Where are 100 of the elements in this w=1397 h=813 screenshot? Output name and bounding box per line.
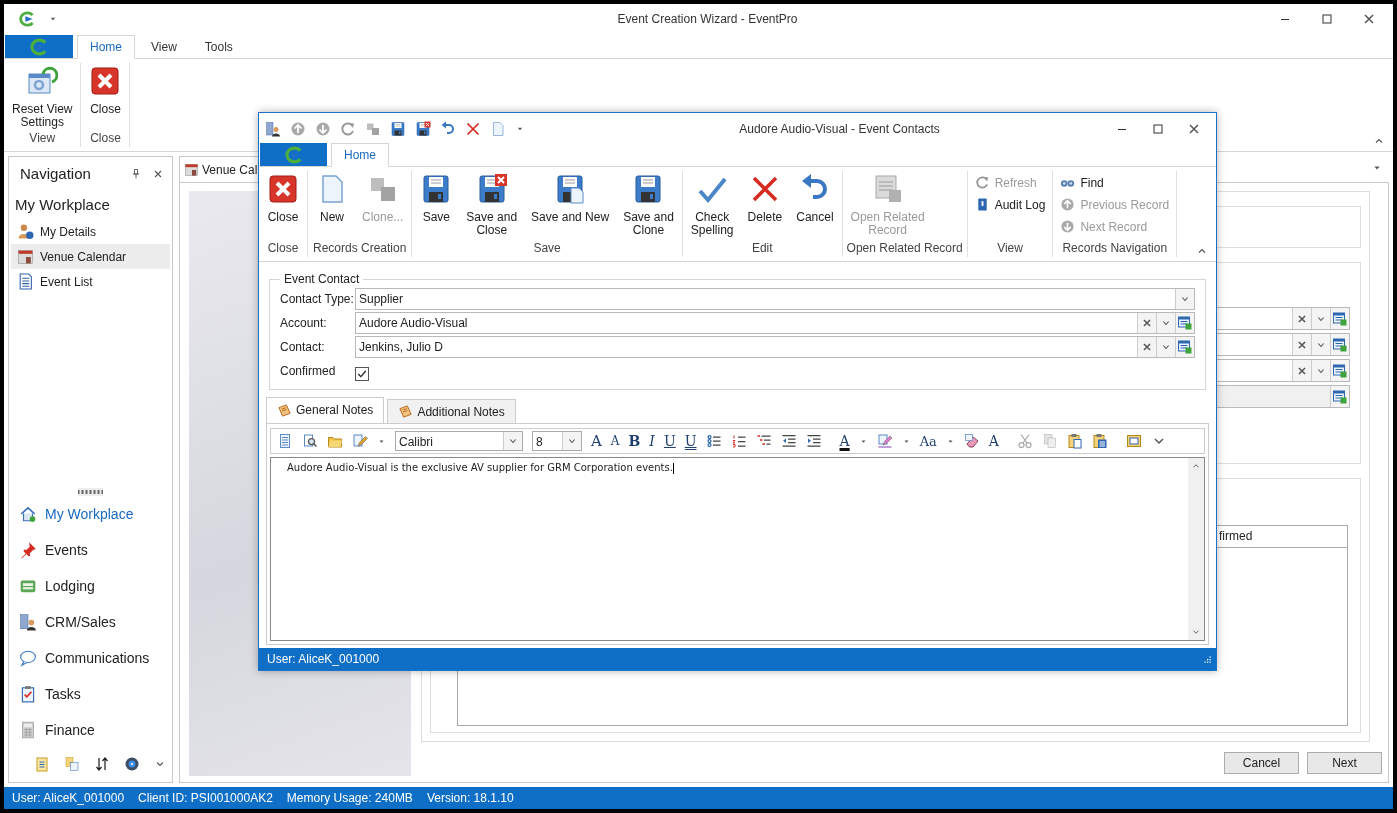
wizard-button[interactable]: Cancel [1224,752,1299,774]
refresh-icon[interactable] [340,120,356,137]
font-dropdown[interactable]: Calibri [395,431,523,451]
nav-item[interactable]: Event List [11,269,170,294]
tab[interactable]: Additional Notes [387,399,516,423]
grow-font-button[interactable]: A [591,432,602,450]
resize-grip-icon[interactable] [1202,654,1212,664]
bold-button[interactable]: B [628,433,641,449]
delete-icon[interactable] [465,120,481,137]
numbered-list-icon[interactable] [730,433,747,449]
undo-arrow-icon[interactable] [440,120,456,137]
group-title: Event Contact [283,272,361,286]
group-label: View [996,241,1024,257]
magnifier-page-icon[interactable] [302,433,318,449]
bullet-list-icon[interactable] [705,433,722,449]
lookup-field[interactable]: Audore Audio-Visual [355,311,1195,334]
clipboard-icon[interactable] [1091,433,1108,449]
calculator-icon [19,721,37,739]
ribbon-button[interactable]: Reset View Settings [8,63,77,131]
group-label: Edit [750,241,774,257]
grid-window-icon[interactable] [1332,336,1348,353]
indent-icon[interactable] [805,433,822,449]
column-header[interactable]: firmed [1219,526,1347,547]
clipboard-icon[interactable] [1066,433,1083,449]
font-color-button[interactable]: A [839,433,850,449]
section-heading: My Workplace [14,195,111,215]
style-button[interactable]: A [988,433,999,449]
group-label: Close [266,241,300,257]
calendar-icon [17,248,34,265]
module-button[interactable]: Events [9,532,172,568]
notepad-icon[interactable] [33,756,50,772]
sort-arrows-icon[interactable] [93,756,110,772]
pin-icon[interactable] [130,167,142,180]
grid-window-icon[interactable] [1332,310,1348,327]
ribbon-button[interactable]: Save and Clone [619,171,678,239]
font-size-dropdown[interactable]: 8 [532,431,582,451]
pen-page-icon[interactable] [352,433,368,449]
list-icon [17,273,34,290]
dialog-title: Audore Audio-Visual - Event Contacts [738,121,941,136]
ribbon-button[interactable]: Save and New [527,171,614,226]
status-text: User: AliceK_001000 [267,652,380,666]
status-text: Memory Usage: 240MB [286,791,413,805]
highlighter-icon[interactable] [876,433,893,449]
ribbon-tab[interactable]: Home [77,35,135,59]
calendar-icon [184,162,199,177]
page-view-icon[interactable] [277,433,293,449]
lookup-field[interactable]: Jenkins, Julio D [355,335,1195,358]
field-label: Contact: [280,339,326,354]
nav-item[interactable]: Venue Calendar [11,244,170,269]
status-text: User: AliceK_001000 [12,791,125,805]
note-page-icon [277,402,292,418]
speech-bubble-icon [19,649,37,667]
double-underline-button[interactable]: U [684,433,697,449]
ribbon-button[interactable]: Audit Log [971,195,1049,214]
module-button[interactable]: Communications [9,640,172,676]
note-text: Audore Audio-Visual is the exclusive AV supplier for GRM Corporation events. [286,461,675,476]
ribbon-button[interactable]: Close [85,63,126,118]
ribbon-button[interactable]: Delete [743,171,787,226]
shrink-font-button[interactable]: A [610,434,620,448]
grid-window-icon[interactable] [1332,362,1348,379]
grid-window-icon[interactable] [1332,388,1348,405]
eraser-icon[interactable] [963,433,980,449]
ribbon-button[interactable]: Cancel [792,171,838,226]
module-button[interactable]: My Workplace [9,496,172,532]
ribbon-button[interactable]: Save [416,171,457,226]
combo-box[interactable]: Supplier [355,287,1195,310]
documents-icon[interactable] [63,756,80,772]
group-label: Open Related Record [846,241,963,257]
ribbon-button[interactable]: Save and Close [462,171,522,239]
checkbox[interactable] [355,366,369,381]
group-label: Close [89,131,122,147]
ribbon-button[interactable]: Close [263,171,303,226]
ribbon-button[interactable]: New [312,171,352,226]
ribbon-tab[interactable]: View [139,36,189,58]
ribbon-tab[interactable]: Home [331,143,389,167]
ribbon-button[interactable]: Check Spelling [686,171,738,239]
wizard-button[interactable]: Next [1307,752,1382,774]
nav-item[interactable]: My Details [11,219,170,244]
building-person-icon[interactable] [265,120,281,137]
maximize-icon[interactable] [1319,11,1335,27]
refresh-icon [974,175,990,190]
scrollbar[interactable] [1188,458,1204,640]
grid-window-icon[interactable] [1177,338,1193,355]
module-button[interactable]: Lodging [9,568,172,604]
field-code-icon[interactable] [1125,433,1142,449]
tab[interactable]: General Notes [266,397,385,424]
italic-button[interactable]: I [649,433,655,449]
module-button[interactable]: Finance [9,712,172,748]
module-button[interactable]: Tasks [9,676,172,712]
grid-window-icon[interactable] [1177,314,1193,331]
underline-button[interactable]: U [663,433,676,449]
group-label: View [28,131,57,147]
close-icon [267,173,299,205]
ribbon-button[interactable]: Find [1057,173,1107,192]
disc-icon[interactable] [123,756,140,772]
ribbon-tab[interactable]: Tools [192,36,245,58]
module-button[interactable]: CRM/Sales [9,604,172,640]
change-case-button[interactable]: Aa [919,433,937,449]
window-title: Event Creation Wizard - EventPro [616,12,799,26]
outdent-icon[interactable] [780,433,797,449]
